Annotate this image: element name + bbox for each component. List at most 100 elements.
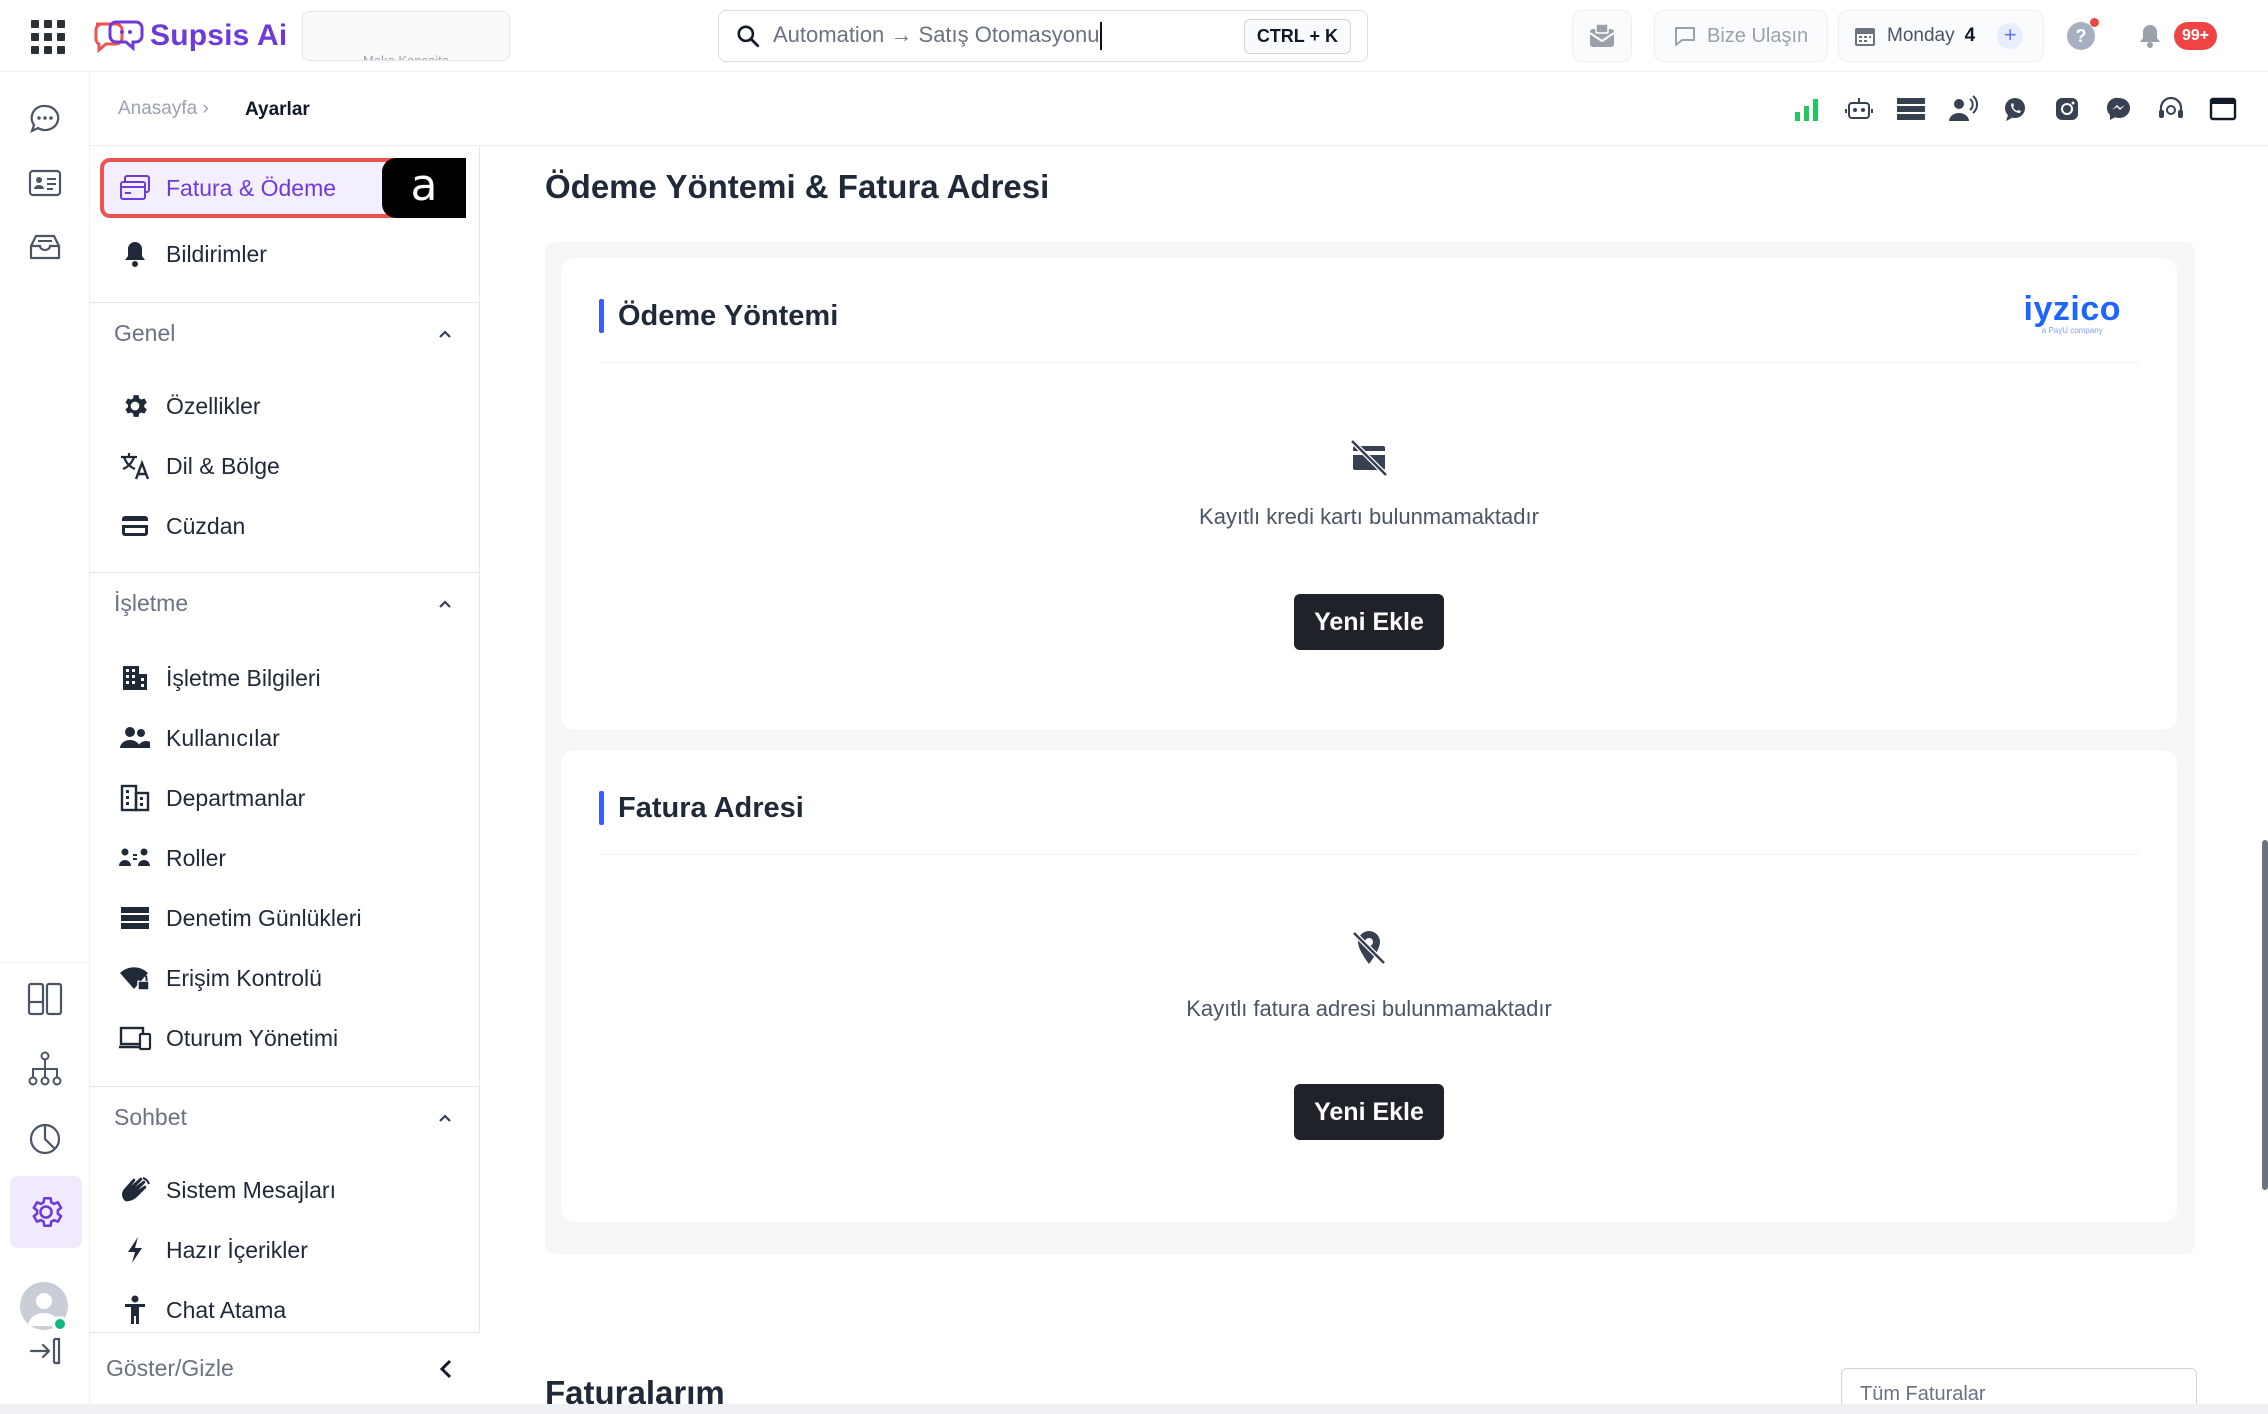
sidebar-item-language[interactable]: Dil & Bölge <box>90 438 480 494</box>
sidebar-item-label: Cüzdan <box>166 512 246 539</box>
workspace-selector[interactable]: Maka Kansaita <box>302 11 510 61</box>
billing-panel: Ödeme Yöntemi iyzico a PayU company Kayı… <box>545 242 2195 1254</box>
voice-agent-icon[interactable] <box>1948 94 1978 124</box>
section-title: Genel <box>114 320 176 346</box>
address-heading: Fatura Adresi <box>618 791 804 824</box>
logo-icon <box>94 20 144 54</box>
scrollbar[interactable] <box>2262 840 2268 1190</box>
sidebar-item-features[interactable]: Özellikler <box>90 378 480 434</box>
card-heading: Fatura Adresi <box>599 790 804 826</box>
billing-icon <box>118 171 152 205</box>
section-isletme[interactable]: İşletme <box>90 572 480 634</box>
support-agent-icon[interactable] <box>2156 94 2186 124</box>
building-icon <box>118 661 152 695</box>
mail-icon <box>1589 23 1615 47</box>
breadcrumb: Anasayfa › Ayarlar <box>90 72 2268 146</box>
wallet-icon <box>118 509 152 543</box>
sidebar-item-wallet[interactable]: Cüzdan <box>90 498 480 554</box>
messenger-icon[interactable] <box>2104 94 2134 124</box>
sidebar-toggle[interactable]: Göster/Gizle <box>90 1332 480 1404</box>
chevron-left-icon <box>439 1359 452 1378</box>
sidebar-item-notifications[interactable]: Bildirimler <box>90 226 480 282</box>
invoices-filter-select[interactable]: Tüm Faturalar <box>1841 1368 2197 1404</box>
contacts-icon[interactable] <box>22 160 68 206</box>
notifications-button[interactable]: 99+ <box>2118 10 2238 62</box>
main-content: Ödeme Yöntemi & Fatura Adresi Ödeme Yönt… <box>481 146 2268 1404</box>
billing-address-card: Fatura Adresi Kayıtlı fatura adresi bulu… <box>561 750 2177 1222</box>
sidebar-item-audit-logs[interactable]: Denetim Günlükleri <box>90 890 480 946</box>
flow-icon[interactable] <box>22 1046 68 1092</box>
dashboard-icon[interactable] <box>22 976 68 1022</box>
roles-icon <box>118 841 152 875</box>
card-heading: Ödeme Yöntemi <box>599 298 838 334</box>
bell-icon <box>2140 25 2160 48</box>
sidebar-item-label: Özellikler <box>166 392 261 419</box>
sidebar-item-access-control[interactable]: Erişim Kontrolü <box>90 950 480 1006</box>
sidebar-item-billing[interactable]: Fatura & Ödeme a <box>100 158 466 218</box>
sidebar-item-label: Sistem Mesajları <box>166 1176 336 1203</box>
sidebar-item-system-messages[interactable]: Sistem Mesajları <box>90 1162 480 1218</box>
search-value: Automation → Satış Otomasyonu <box>773 22 1244 51</box>
chat-bubble-icon <box>1675 27 1695 46</box>
access-icon <box>118 961 152 995</box>
section-title: İşletme <box>114 590 189 616</box>
settings-icon[interactable] <box>10 1176 82 1248</box>
sidebar-item-label: Departmanlar <box>166 784 306 811</box>
section-sohbet[interactable]: Sohbet <box>90 1086 480 1148</box>
person-icon <box>118 1293 152 1327</box>
search-icon <box>737 25 760 48</box>
inbox-button[interactable] <box>1572 10 1632 62</box>
sidebar-item-chat-assignment[interactable]: Chat Atama <box>90 1282 480 1338</box>
iyzico-logo: iyzico a PayU company <box>2024 292 2121 335</box>
invoices-title: Faturalarım <box>545 1374 725 1404</box>
channel-icons <box>1792 94 2238 124</box>
logs-icon <box>118 901 152 935</box>
sidebar-item-label: Bildirimler <box>166 240 267 267</box>
help-icon: ? <box>2067 18 2099 50</box>
sidebar-item-business-info[interactable]: İşletme Bilgileri <box>90 650 480 706</box>
signal-icon[interactable] <box>1792 94 1822 124</box>
logout-icon[interactable] <box>22 1328 68 1374</box>
chevron-up-icon <box>439 1113 451 1122</box>
section-genel[interactable]: Genel <box>90 302 480 364</box>
add-event-button[interactable]: + <box>1997 23 2024 49</box>
reports-icon[interactable] <box>22 1116 68 1162</box>
invoices-filter-value: Tüm Faturalar <box>1860 1383 1986 1404</box>
provider-name: iyzico <box>2023 290 2121 328</box>
sidebar-item-roles[interactable]: Roller <box>90 830 480 886</box>
devices-icon <box>118 1021 152 1055</box>
help-button[interactable]: ? <box>2058 10 2104 62</box>
sidebar-item-canned-responses[interactable]: Hazır İçerikler <box>90 1222 480 1278</box>
breadcrumb-home[interactable]: Anasayfa › <box>118 98 209 120</box>
list-icon[interactable] <box>1896 94 1926 124</box>
inbox-icon[interactable] <box>22 224 68 270</box>
empty-card-text: Kayıtlı kredi kartı bulunmamaktadır <box>1199 504 1539 529</box>
window-icon[interactable] <box>2208 94 2238 124</box>
sidebar-item-label: Fatura & Ödeme <box>166 174 337 201</box>
conversations-icon[interactable] <box>22 96 68 142</box>
calendar-widget[interactable]: Monday 4 + <box>1838 10 2044 62</box>
translate-icon <box>118 449 152 483</box>
search-input[interactable]: Automation → Satış Otomasyonu CTRL + K <box>718 10 1368 62</box>
divider <box>599 854 2139 855</box>
logo[interactable]: Supsis Ai <box>92 14 287 58</box>
wave-icon <box>118 1173 152 1207</box>
bot-icon[interactable] <box>1844 94 1874 124</box>
top-bar: Supsis Ai Maka Kansaita Automation → Sat… <box>0 0 2268 72</box>
app-grid-icon[interactable] <box>28 17 66 55</box>
add-card-button[interactable]: Yeni Ekle <box>1294 594 1444 650</box>
instagram-icon[interactable] <box>2052 94 2082 124</box>
bottom-strip <box>0 1404 2268 1414</box>
sidebar-item-sessions[interactable]: Oturum Yönetimi <box>90 1010 480 1066</box>
calendar-icon <box>1855 28 1875 46</box>
add-address-button[interactable]: Yeni Ekle <box>1294 1084 1444 1140</box>
whatsapp-icon[interactable] <box>2000 94 2030 124</box>
sidebar-item-users[interactable]: Kullanıcılar <box>90 710 480 766</box>
sidebar-item-label: Kullanıcılar <box>166 724 280 751</box>
sidebar-item-label: Denetim Günlükleri <box>166 904 362 931</box>
sidebar-item-departments[interactable]: Departmanlar <box>90 770 480 826</box>
contact-button[interactable]: Bize Ulaşın <box>1654 10 1828 62</box>
sidebar-item-label: Roller <box>166 844 227 871</box>
rail-divider <box>0 962 90 963</box>
search-shortcut: CTRL + K <box>1243 18 1351 54</box>
